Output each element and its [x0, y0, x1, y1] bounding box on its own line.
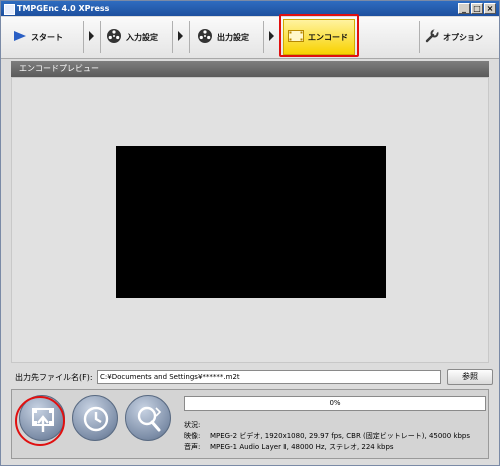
start-step-button[interactable]: スタート — [13, 20, 81, 54]
step-toolbar: スタート 入力設定 出力設定 エンコード オプション — [1, 17, 499, 59]
close-button[interactable]: × — [484, 3, 496, 14]
audio-info: MPEG-1 Audio Layer Ⅱ, 48000 Hz, ステレオ, 22… — [210, 443, 394, 451]
maximize-button[interactable]: □ — [471, 3, 483, 14]
magnifier-icon — [137, 406, 162, 432]
film-reel-icon — [106, 28, 122, 46]
start-step-label: スタート — [31, 32, 63, 42]
toolbar-separator — [263, 21, 264, 53]
encode-control-panel: 0% 状況: 映像: MPEG-2 ビデオ, 1920x1080, 29.97 f… — [11, 389, 489, 459]
panel-header: エンコードプレビュー — [11, 61, 489, 77]
video-info-row: 映像: MPEG-2 ビデオ, 1920x1080, 29.97 fps, CBR… — [184, 431, 486, 442]
video-info: MPEG-2 ビデオ, 1920x1080, 29.97 fps, CBR (固… — [210, 432, 471, 440]
output-file-row: 出力先ファイル名(F): C:¥Documents and Settings¥*… — [11, 369, 493, 385]
output-settings-button[interactable]: 出力設定 — [197, 20, 261, 54]
toolbar-separator — [100, 21, 101, 53]
preview-video — [116, 146, 386, 298]
encode-status: 状況: 映像: MPEG-2 ビデオ, 1920x1080, 29.97 fps,… — [184, 420, 486, 453]
app-icon — [4, 4, 15, 15]
next-arrow-icon — [89, 31, 94, 41]
app-window: TMPGEnc 4.0 XPress _ □ × スタート 入力設定 出力設定 … — [0, 0, 500, 466]
preview-button[interactable] — [125, 395, 171, 441]
start-encode-highlight — [15, 396, 65, 446]
title-bar: TMPGEnc 4.0 XPress _ □ × — [1, 1, 499, 16]
output-file-field[interactable]: C:¥Documents and Settings¥******.m2t — [97, 370, 441, 384]
next-arrow-icon — [269, 31, 274, 41]
browse-button[interactable]: 参照 — [447, 369, 493, 385]
batch-encode-button[interactable] — [72, 395, 118, 441]
clock-icon — [83, 406, 109, 432]
video-label: 映像: — [184, 432, 201, 440]
next-arrow-icon — [178, 31, 183, 41]
play-icon — [13, 30, 27, 44]
encode-highlight-box — [279, 14, 359, 57]
output-file-label: 出力先ファイル名(F): — [15, 373, 93, 382]
encode-preview-area — [11, 77, 489, 363]
minimize-button[interactable]: _ — [458, 3, 470, 14]
input-settings-label: 入力設定 — [126, 32, 158, 42]
toolbar-separator — [83, 21, 84, 53]
audio-info-row: 音声: MPEG-1 Audio Layer Ⅱ, 48000 Hz, ステレオ,… — [184, 442, 486, 453]
output-settings-label: 出力設定 — [217, 32, 249, 42]
toolbar-separator — [189, 21, 190, 53]
window-controls: _ □ × — [458, 3, 496, 14]
film-reel-icon — [197, 28, 213, 46]
options-label: オプション — [443, 32, 483, 42]
window-title: TMPGEnc 4.0 XPress — [17, 4, 110, 13]
toolbar-separator — [419, 21, 420, 53]
toolbar-separator — [172, 21, 173, 53]
input-settings-button[interactable]: 入力設定 — [106, 20, 170, 54]
status-heading: 状況: — [184, 421, 201, 429]
audio-label: 音声: — [184, 443, 201, 451]
options-button[interactable]: オプション — [425, 20, 497, 54]
encode-progress-bar: 0% — [184, 396, 486, 411]
wrench-icon — [425, 28, 439, 45]
